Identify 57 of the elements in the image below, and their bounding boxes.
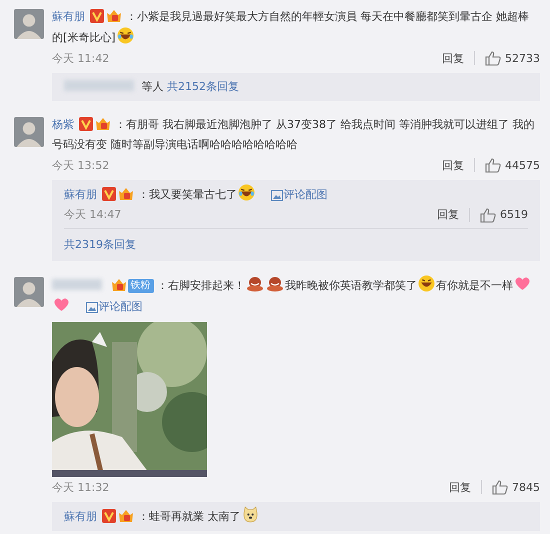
username-link[interactable]: 蘇有朋: [52, 10, 85, 23]
more-replies-link[interactable]: 共2319条回复: [64, 238, 136, 251]
laughing-emoji-icon: [116, 27, 134, 44]
crown-icon: [94, 117, 110, 131]
verified-icon: [90, 9, 104, 23]
heart-icon: [53, 296, 70, 313]
reply-link[interactable]: 回复: [449, 480, 471, 494]
verified-icon: [102, 187, 116, 201]
crown-icon: [118, 187, 134, 201]
grinning-emoji-icon: [418, 275, 435, 292]
thumbs-up-icon: [492, 480, 508, 494]
comment-text: 号码没有变 随时等副导演电话啊哈哈哈哈哈哈哈哈: [52, 138, 298, 151]
crown-icon: [110, 278, 126, 292]
comment-time: 今天 13:52: [52, 158, 110, 172]
like-button[interactable]: 6519: [480, 205, 528, 225]
like-button[interactable]: 52733: [485, 50, 540, 66]
comment-text: ：有朋哥 我右脚最近泡脚泡肿了 从37变38了 给我点时间 等消肿我就可以进组了 我的: [115, 118, 534, 131]
image-icon: [86, 302, 98, 313]
comment-text: ：小紫是我見過最好笑最大方自然的年輕女演員 每天在中餐廳都笑到暈古企 她超棒: [126, 10, 529, 23]
dog-emoji-icon: [242, 506, 258, 523]
laughing-emoji-icon: [238, 184, 255, 201]
comment-text: 我昨晚被你英语教学都笑了: [285, 279, 417, 292]
comment-time: 今天 11:32: [52, 480, 110, 494]
reply-link[interactable]: 回复: [442, 50, 464, 66]
username-link[interactable]: 蘇有朋: [64, 188, 97, 201]
others-label: 等人: [142, 80, 164, 93]
like-button[interactable]: 44575: [485, 158, 540, 172]
comment-text: ：蛙哥再就業 太南了: [138, 510, 240, 523]
fan-badge: 铁粉: [128, 279, 154, 293]
verified-icon: [102, 509, 116, 523]
username-link[interactable]: 蘇有朋: [64, 510, 97, 523]
comment-text: ：我又要笑暈古七了: [138, 188, 237, 201]
comment-time: 今天 11:42: [52, 50, 110, 66]
username-link[interactable]: 杨紫: [52, 118, 74, 131]
thumbs-up-icon: [485, 50, 501, 66]
thumbs-up-icon: [485, 158, 501, 172]
crown-icon: [118, 509, 134, 523]
image-icon: [270, 190, 282, 201]
thumbs-up-icon: [480, 208, 496, 222]
reply-link[interactable]: 回复: [437, 205, 459, 225]
comment-text: 有你就是不一样: [436, 279, 513, 292]
crown-icon: [106, 9, 122, 23]
heart-icon: [514, 275, 531, 292]
comment-time: 今天 14:47: [64, 207, 122, 223]
verified-icon: [78, 117, 92, 131]
comment-text: ：右脚安排起来！: [157, 279, 245, 292]
reply-link[interactable]: 回复: [442, 158, 464, 172]
avatar[interactable]: [14, 277, 44, 307]
comment-image-link[interactable]: 评论配图: [270, 188, 328, 201]
figure-emoji-icon: [246, 275, 264, 292]
more-replies-link[interactable]: 共2152条回复: [167, 80, 239, 93]
figure-emoji-icon: [266, 275, 284, 292]
comment-text: 的[米奇比心]: [52, 31, 116, 44]
like-button[interactable]: 7845: [492, 480, 540, 494]
comment-image-link[interactable]: 评论配图: [84, 300, 142, 313]
avatar[interactable]: [14, 9, 44, 39]
avatar[interactable]: [14, 117, 44, 147]
